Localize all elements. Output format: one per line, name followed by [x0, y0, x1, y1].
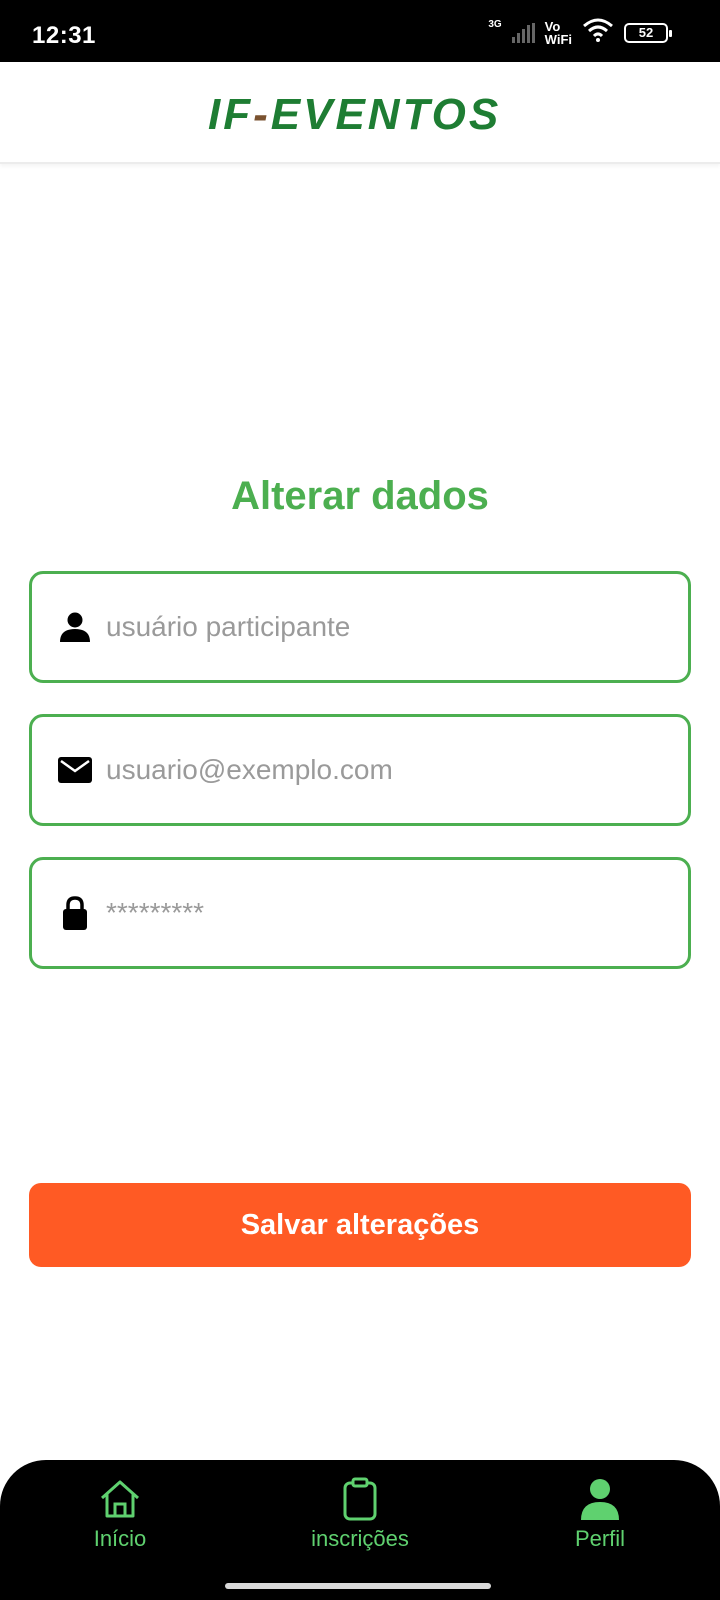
home-icon	[97, 1476, 143, 1522]
logo-part1: IF	[208, 90, 254, 139]
envelope-icon	[58, 753, 92, 787]
username-input[interactable]	[106, 611, 646, 643]
save-button[interactable]: Salvar alterações	[29, 1183, 691, 1267]
profile-icon	[577, 1476, 623, 1522]
status-bar: 12:31 3G Vo WiFi 52	[0, 0, 720, 62]
nav-label-perfil: Perfil	[574, 1526, 626, 1551]
password-field[interactable]	[29, 857, 691, 969]
battery-indicator: 52	[624, 22, 672, 43]
user-icon	[58, 610, 92, 644]
app-logo: IF-EVENTOS	[208, 90, 501, 140]
app-header: IF-EVENTOS	[0, 62, 720, 164]
password-input[interactable]	[106, 897, 646, 929]
nav-label-inscricoes: inscrições	[311, 1526, 409, 1551]
clipboard-icon	[337, 1476, 383, 1522]
status-icons: 3G Vo WiFi 52	[488, 18, 672, 47]
home-indicator[interactable]	[225, 1583, 491, 1589]
bottom-nav: Início inscrições Perfil	[0, 1460, 720, 1600]
wifi-icon	[582, 18, 614, 47]
nav-item-inicio[interactable]: Início	[30, 1476, 210, 1552]
logo-part2: EVENTOS	[270, 90, 502, 139]
signal-icon	[511, 22, 535, 43]
nav-item-inscricoes[interactable]: inscrições	[270, 1476, 450, 1552]
nav-item-perfil[interactable]: Perfil	[510, 1476, 690, 1552]
email-input[interactable]	[106, 754, 646, 786]
vowifi-indicator: Vo WiFi	[545, 20, 572, 46]
logo-dash: -	[253, 90, 271, 139]
vowifi-bottom: WiFi	[544, 31, 572, 47]
username-field[interactable]	[29, 571, 691, 683]
nav-label-inicio: Início	[93, 1526, 147, 1551]
network-type: 3G	[488, 19, 502, 30]
lock-icon	[58, 896, 92, 930]
status-time: 12:31	[32, 22, 96, 49]
email-field[interactable]	[29, 714, 691, 826]
page-title: Alterar dados	[231, 474, 489, 518]
